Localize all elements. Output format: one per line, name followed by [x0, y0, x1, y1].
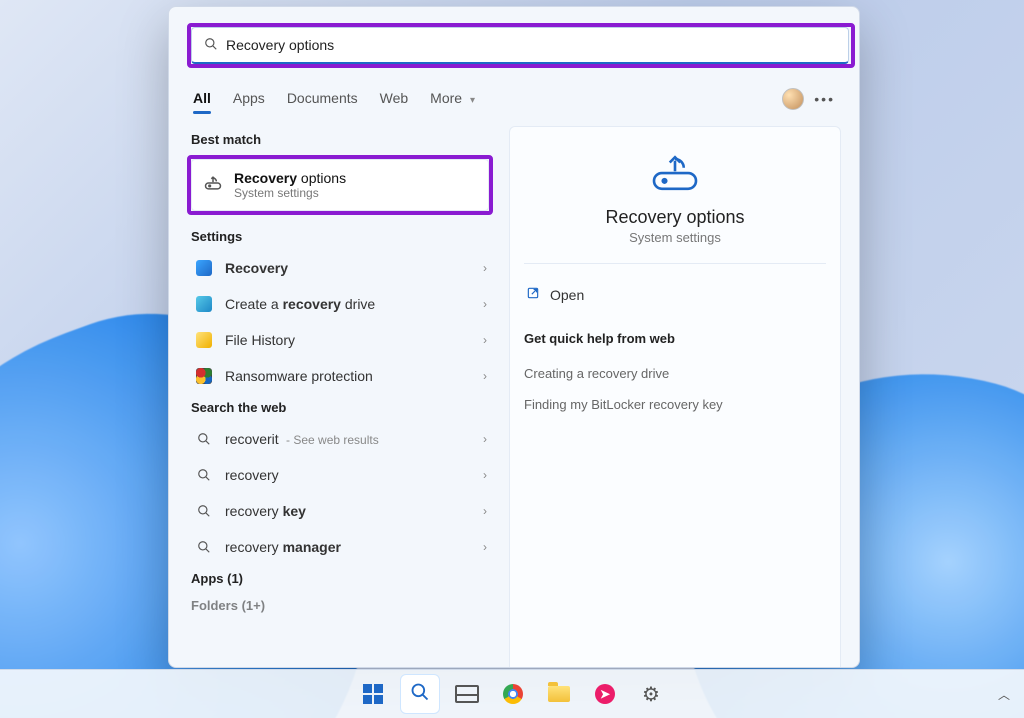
- gear-icon: ⚙: [642, 682, 660, 707]
- result-hint: - See web results: [283, 433, 379, 447]
- result-icon: [193, 295, 215, 313]
- recovery-options-icon: [202, 174, 224, 197]
- result-label: Ransomware protection: [225, 368, 483, 384]
- heading-settings: Settings: [187, 223, 493, 250]
- result-label: recoverit - See web results: [225, 431, 483, 447]
- highlight-search-box: [187, 23, 855, 68]
- result-label: File History: [225, 332, 483, 348]
- result-label: recovery key: [225, 503, 483, 519]
- chevron-right-icon: ›: [483, 504, 487, 518]
- result-preview-panel: Recovery options System settings Open Ge…: [509, 126, 841, 668]
- best-match-subtitle: System settings: [234, 186, 346, 200]
- settings-result-row[interactable]: Create a recovery drive›: [187, 286, 493, 322]
- preview-title: Recovery options: [524, 207, 826, 228]
- heading-apps-group[interactable]: Apps (1): [187, 565, 493, 592]
- user-avatar[interactable]: [782, 88, 804, 110]
- chevron-right-icon: ›: [483, 540, 487, 554]
- result-icon: [193, 259, 215, 277]
- chevron-right-icon: ›: [483, 261, 487, 275]
- highlight-best-match: Recovery options System settings: [187, 155, 493, 215]
- pink-app-icon: ➤: [595, 684, 615, 704]
- open-external-icon: [526, 286, 540, 303]
- preview-web-heading: Get quick help from web: [524, 331, 826, 346]
- heading-folders-group[interactable]: Folders (1+): [187, 592, 493, 619]
- result-label: Create a recovery drive: [225, 296, 483, 312]
- tab-more[interactable]: More ▾: [430, 86, 475, 112]
- overflow-menu[interactable]: •••: [814, 91, 835, 107]
- settings-result-row[interactable]: Recovery›: [187, 250, 493, 286]
- result-label: recovery: [225, 467, 483, 483]
- open-action[interactable]: Open: [524, 282, 826, 307]
- open-label: Open: [550, 287, 584, 303]
- chevron-right-icon: ›: [483, 432, 487, 446]
- search-bar[interactable]: [191, 27, 849, 64]
- chevron-right-icon: ›: [483, 468, 487, 482]
- result-label: recovery manager: [225, 539, 483, 555]
- search-icon: [198, 37, 224, 54]
- system-tray[interactable]: ︿: [998, 670, 1010, 718]
- tab-apps[interactable]: Apps: [233, 86, 265, 112]
- preview-web-link[interactable]: Finding my BitLocker recovery key: [524, 389, 826, 420]
- search-icon: [193, 430, 215, 448]
- search-input[interactable]: [224, 36, 842, 54]
- chrome-button[interactable]: [494, 675, 532, 713]
- web-result-row[interactable]: recoverit - See web results›: [187, 421, 493, 457]
- preview-web-link[interactable]: Creating a recovery drive: [524, 358, 826, 389]
- web-result-row[interactable]: recovery manager›: [187, 529, 493, 565]
- magnifier-icon: [410, 682, 430, 707]
- heading-best-match: Best match: [187, 126, 493, 153]
- best-match-result[interactable]: Recovery options System settings: [191, 159, 489, 211]
- tab-web[interactable]: Web: [380, 86, 409, 112]
- task-view-icon: [455, 685, 479, 703]
- chevron-down-icon: ▾: [470, 95, 475, 106]
- windows-logo-icon: [363, 684, 383, 704]
- chevron-right-icon: ›: [483, 297, 487, 311]
- search-icon: [193, 502, 215, 520]
- chevron-right-icon: ›: [483, 369, 487, 383]
- settings-button[interactable]: ⚙: [632, 675, 670, 713]
- chrome-icon: [503, 684, 523, 704]
- divider: [524, 263, 826, 264]
- task-view-button[interactable]: [448, 675, 486, 713]
- result-icon: [193, 331, 215, 349]
- search-icon: [193, 466, 215, 484]
- chevron-up-icon: ︿: [998, 686, 1010, 703]
- tab-documents[interactable]: Documents: [287, 86, 358, 112]
- settings-result-row[interactable]: File History›: [187, 322, 493, 358]
- result-label: Recovery: [225, 260, 483, 276]
- tab-all[interactable]: All: [193, 86, 211, 112]
- result-icon: [193, 367, 215, 385]
- folder-icon: [548, 686, 570, 702]
- pinned-app-button[interactable]: ➤: [586, 675, 624, 713]
- web-result-row[interactable]: recovery›: [187, 457, 493, 493]
- taskbar: ➤ ⚙ ︿: [0, 669, 1024, 718]
- preview-subtitle: System settings: [524, 230, 826, 245]
- web-result-row[interactable]: recovery key›: [187, 493, 493, 529]
- recovery-options-large-icon: [647, 151, 703, 195]
- taskbar-search-button[interactable]: [400, 674, 440, 714]
- heading-search-web: Search the web: [187, 394, 493, 421]
- settings-result-row[interactable]: Ransomware protection›: [187, 358, 493, 394]
- file-explorer-button[interactable]: [540, 675, 578, 713]
- chevron-right-icon: ›: [483, 333, 487, 347]
- best-match-title: Recovery options: [234, 170, 346, 186]
- search-window: All Apps Documents Web More ▾ ••• Best m…: [168, 6, 860, 668]
- start-button[interactable]: [354, 675, 392, 713]
- search-icon: [193, 538, 215, 556]
